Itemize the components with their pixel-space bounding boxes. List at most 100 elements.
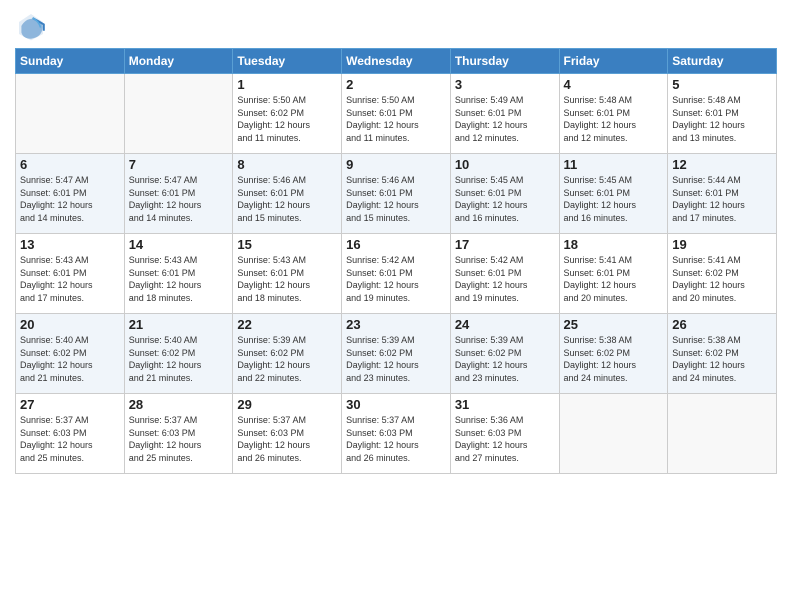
- calendar-cell: 4Sunrise: 5:48 AM Sunset: 6:01 PM Daylig…: [559, 74, 668, 154]
- calendar-cell: 27 Sunrise: 5:37 AM Sunset: 6:03 PM Dayli…: [16, 394, 125, 474]
- cell-info: Sunrise: 5:45 AM Sunset: 6:01 PM Dayligh…: [455, 174, 555, 224]
- cell-info: Sunrise: 5:42 AM Sunset: 6:01 PM Dayligh…: [346, 254, 446, 304]
- cell-info: Sunrise: 5:38 AM Sunset: 6:02 PM Dayligh…: [672, 334, 772, 384]
- calendar-cell: 22 Sunrise: 5:39 AM Sunset: 6:02 PM Dayli…: [233, 314, 342, 394]
- day-number: 25: [564, 317, 664, 332]
- day-number: 24: [455, 317, 555, 332]
- day-number: 6: [20, 157, 120, 172]
- day-number: 13: [20, 237, 120, 252]
- cell-info: Sunrise: 5:46 AM Sunset: 6:01 PM Dayligh…: [346, 174, 446, 224]
- day-number: 21: [129, 317, 229, 332]
- calendar-cell: [124, 74, 233, 154]
- calendar-cell: [559, 394, 668, 474]
- weekday-header-wednesday: Wednesday: [342, 49, 451, 74]
- day-number: 12: [672, 157, 772, 172]
- logo: [15, 10, 51, 42]
- day-number: 8: [237, 157, 337, 172]
- cell-info: Sunrise: 5:41 AM Sunset: 6:01 PM Dayligh…: [564, 254, 664, 304]
- weekday-header-friday: Friday: [559, 49, 668, 74]
- calendar-cell: 25Sunrise: 5:38 AM Sunset: 6:02 PM Dayli…: [559, 314, 668, 394]
- cell-info: Sunrise: 5:40 AM Sunset: 6:02 PM Dayligh…: [20, 334, 120, 384]
- day-number: 7: [129, 157, 229, 172]
- cell-info: Sunrise: 5:40 AM Sunset: 6:02 PM Dayligh…: [129, 334, 229, 384]
- calendar-cell: 30 Sunrise: 5:37 AM Sunset: 6:03 PM Dayli…: [342, 394, 451, 474]
- cell-info: Sunrise: 5:44 AM Sunset: 6:01 PM Dayligh…: [672, 174, 772, 224]
- calendar-cell: 8Sunrise: 5:46 AM Sunset: 6:01 PM Daylig…: [233, 154, 342, 234]
- day-number: 3: [455, 77, 555, 92]
- cell-info: Sunrise: 5:37 AM Sunset: 6:03 PM Dayligh…: [129, 414, 229, 464]
- day-number: 31: [455, 397, 555, 412]
- day-number: 17: [455, 237, 555, 252]
- weekday-header-tuesday: Tuesday: [233, 49, 342, 74]
- cell-info: Sunrise: 5:39 AM Sunset: 6:02 PM Dayligh…: [346, 334, 446, 384]
- calendar-cell: 24 Sunrise: 5:39 AM Sunset: 6:02 PM Dayli…: [450, 314, 559, 394]
- calendar-cell: 11Sunrise: 5:45 AM Sunset: 6:01 PM Dayli…: [559, 154, 668, 234]
- calendar-cell: 18 Sunrise: 5:41 AM Sunset: 6:01 PM Dayli…: [559, 234, 668, 314]
- calendar-cell: 3 Sunrise: 5:49 AM Sunset: 6:01 PM Daylig…: [450, 74, 559, 154]
- day-number: 15: [237, 237, 337, 252]
- calendar-cell: [668, 394, 777, 474]
- calendar-cell: 7 Sunrise: 5:47 AM Sunset: 6:01 PM Daylig…: [124, 154, 233, 234]
- day-number: 16: [346, 237, 446, 252]
- cell-info: Sunrise: 5:39 AM Sunset: 6:02 PM Dayligh…: [237, 334, 337, 384]
- cell-info: Sunrise: 5:39 AM Sunset: 6:02 PM Dayligh…: [455, 334, 555, 384]
- calendar-cell: 13 Sunrise: 5:43 AM Sunset: 6:01 PM Dayli…: [16, 234, 125, 314]
- calendar-cell: 17Sunrise: 5:42 AM Sunset: 6:01 PM Dayli…: [450, 234, 559, 314]
- weekday-header-thursday: Thursday: [450, 49, 559, 74]
- calendar-cell: 31 Sunrise: 5:36 AM Sunset: 6:03 PM Dayli…: [450, 394, 559, 474]
- calendar-cell: 6 Sunrise: 5:47 AM Sunset: 6:01 PM Daylig…: [16, 154, 125, 234]
- weekday-header-sunday: Sunday: [16, 49, 125, 74]
- day-number: 22: [237, 317, 337, 332]
- calendar-cell: 20 Sunrise: 5:40 AM Sunset: 6:02 PM Dayli…: [16, 314, 125, 394]
- logo-icon: [15, 10, 47, 42]
- day-number: 28: [129, 397, 229, 412]
- day-number: 5: [672, 77, 772, 92]
- week-row-1: 1Sunrise: 5:50 AM Sunset: 6:02 PM Daylig…: [16, 74, 777, 154]
- day-number: 20: [20, 317, 120, 332]
- calendar-table: SundayMondayTuesdayWednesdayThursdayFrid…: [15, 48, 777, 474]
- calendar-cell: 1Sunrise: 5:50 AM Sunset: 6:02 PM Daylig…: [233, 74, 342, 154]
- cell-info: Sunrise: 5:43 AM Sunset: 6:01 PM Dayligh…: [237, 254, 337, 304]
- cell-info: Sunrise: 5:48 AM Sunset: 6:01 PM Dayligh…: [672, 94, 772, 144]
- day-number: 10: [455, 157, 555, 172]
- cell-info: Sunrise: 5:47 AM Sunset: 6:01 PM Dayligh…: [20, 174, 120, 224]
- calendar-cell: [16, 74, 125, 154]
- cell-info: Sunrise: 5:37 AM Sunset: 6:03 PM Dayligh…: [346, 414, 446, 464]
- calendar-cell: 14 Sunrise: 5:43 AM Sunset: 6:01 PM Dayli…: [124, 234, 233, 314]
- cell-info: Sunrise: 5:47 AM Sunset: 6:01 PM Dayligh…: [129, 174, 229, 224]
- day-number: 9: [346, 157, 446, 172]
- calendar-cell: 2 Sunrise: 5:50 AM Sunset: 6:01 PM Daylig…: [342, 74, 451, 154]
- header: [15, 10, 777, 42]
- calendar-cell: 16 Sunrise: 5:42 AM Sunset: 6:01 PM Dayli…: [342, 234, 451, 314]
- day-number: 14: [129, 237, 229, 252]
- calendar-cell: 23Sunrise: 5:39 AM Sunset: 6:02 PM Dayli…: [342, 314, 451, 394]
- calendar-cell: 29Sunrise: 5:37 AM Sunset: 6:03 PM Dayli…: [233, 394, 342, 474]
- week-row-3: 13 Sunrise: 5:43 AM Sunset: 6:01 PM Dayli…: [16, 234, 777, 314]
- cell-info: Sunrise: 5:43 AM Sunset: 6:01 PM Dayligh…: [20, 254, 120, 304]
- calendar-cell: 21 Sunrise: 5:40 AM Sunset: 6:02 PM Dayli…: [124, 314, 233, 394]
- week-row-4: 20 Sunrise: 5:40 AM Sunset: 6:02 PM Dayli…: [16, 314, 777, 394]
- calendar-cell: 15 Sunrise: 5:43 AM Sunset: 6:01 PM Dayli…: [233, 234, 342, 314]
- cell-info: Sunrise: 5:45 AM Sunset: 6:01 PM Dayligh…: [564, 174, 664, 224]
- cell-info: Sunrise: 5:37 AM Sunset: 6:03 PM Dayligh…: [20, 414, 120, 464]
- day-number: 4: [564, 77, 664, 92]
- calendar-cell: 5 Sunrise: 5:48 AM Sunset: 6:01 PM Daylig…: [668, 74, 777, 154]
- cell-info: Sunrise: 5:41 AM Sunset: 6:02 PM Dayligh…: [672, 254, 772, 304]
- cell-info: Sunrise: 5:50 AM Sunset: 6:01 PM Dayligh…: [346, 94, 446, 144]
- cell-info: Sunrise: 5:36 AM Sunset: 6:03 PM Dayligh…: [455, 414, 555, 464]
- day-number: 26: [672, 317, 772, 332]
- weekday-header-monday: Monday: [124, 49, 233, 74]
- cell-info: Sunrise: 5:43 AM Sunset: 6:01 PM Dayligh…: [129, 254, 229, 304]
- day-number: 27: [20, 397, 120, 412]
- weekday-header-saturday: Saturday: [668, 49, 777, 74]
- day-number: 1: [237, 77, 337, 92]
- calendar-cell: 28 Sunrise: 5:37 AM Sunset: 6:03 PM Dayli…: [124, 394, 233, 474]
- cell-info: Sunrise: 5:49 AM Sunset: 6:01 PM Dayligh…: [455, 94, 555, 144]
- day-number: 30: [346, 397, 446, 412]
- day-number: 18: [564, 237, 664, 252]
- cell-info: Sunrise: 5:37 AM Sunset: 6:03 PM Dayligh…: [237, 414, 337, 464]
- day-number: 2: [346, 77, 446, 92]
- weekday-header-row: SundayMondayTuesdayWednesdayThursdayFrid…: [16, 49, 777, 74]
- calendar-cell: 12 Sunrise: 5:44 AM Sunset: 6:01 PM Dayli…: [668, 154, 777, 234]
- page-container: SundayMondayTuesdayWednesdayThursdayFrid…: [0, 0, 792, 479]
